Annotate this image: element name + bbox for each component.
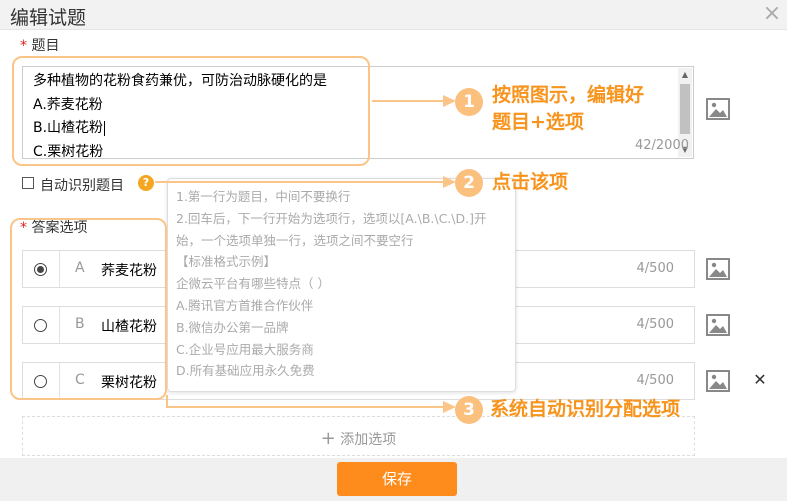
image-upload-icon[interactable]	[706, 258, 730, 280]
annotation-line: 按照图示，编辑好	[492, 84, 645, 106]
tooltip-line: 企微云平台有哪些特点（ ）	[176, 276, 330, 292]
image-upload-icon[interactable]	[706, 314, 730, 336]
annotation-text-1: 按照图示，编辑好 题目+选项	[492, 82, 644, 136]
highlight-question-box	[12, 56, 370, 166]
option-char-counter: 4/500	[636, 373, 674, 388]
annotation-badge-3: 3	[455, 396, 483, 424]
auto-recognize-checkbox[interactable]	[22, 177, 34, 189]
highlight-options-box	[10, 218, 167, 400]
save-button[interactable]: 保存	[337, 462, 457, 496]
tooltip-line: C.企业号应用最大服务商	[176, 341, 314, 357]
auto-recognize-label[interactable]: 自动识别题目	[40, 175, 124, 195]
question-label: 题目	[31, 38, 60, 54]
option-char-counter: 4/500	[636, 261, 674, 276]
delete-option-icon[interactable]: ✕	[752, 372, 768, 388]
help-icon[interactable]: ?	[138, 175, 154, 191]
image-upload-icon[interactable]	[706, 370, 730, 392]
tooltip-line: 1.第一行为题目，中间不要换行	[176, 189, 351, 204]
option-char-counter: 4/500	[636, 317, 674, 332]
format-help-tooltip: 1.第一行为题目，中间不要换行 2.回车后，下一行开始为选项行，选项以[A.\B…	[167, 178, 516, 392]
add-option-label: 添加选项	[340, 432, 397, 448]
tooltip-line: 2.回车后，下一行开始为选项行，选项以[A.\B.\C.\D.]开	[176, 210, 487, 226]
dialog-footer: 保存	[0, 458, 787, 501]
tooltip-line: D.所有基础应用永久免费	[176, 363, 315, 379]
tooltip-line: 始，一个选项单独一行，选项之间不要空行	[176, 232, 414, 248]
required-mark: *	[20, 38, 27, 54]
tooltip-content: 1.第一行为题目，中间不要换行 2.回车后，下一行开始为选项行，选项以[A.\B…	[176, 186, 486, 382]
image-upload-icon[interactable]	[706, 98, 730, 120]
scroll-up-icon[interactable]: ▲	[678, 68, 692, 82]
tooltip-line: A.腾讯官方首推合作伙伴	[176, 297, 314, 313]
close-icon[interactable]: ×	[761, 2, 783, 26]
annotation-badge-1: 1	[455, 88, 483, 116]
annotation-text-2: 点击该项	[492, 171, 569, 193]
annotation-badge-2: 2	[455, 169, 483, 197]
question-label-row: * 题目	[20, 35, 59, 55]
tooltip-line: 【标准格式示例】	[176, 254, 277, 270]
scroll-thumb[interactable]	[680, 84, 690, 134]
add-option-content: + 添加选项	[23, 428, 694, 449]
annotation-text-3: 系统自动识别分配选项	[490, 398, 681, 420]
question-char-counter: 42/2000	[634, 138, 689, 153]
tooltip-line: B.微信办公第一品牌	[176, 319, 289, 335]
dialog-title: 编辑试题	[10, 7, 87, 29]
dialog-header: 编辑试题 ×	[0, 0, 787, 30]
plus-icon: +	[320, 428, 336, 449]
annotation-line: 题目+选项	[492, 111, 584, 133]
